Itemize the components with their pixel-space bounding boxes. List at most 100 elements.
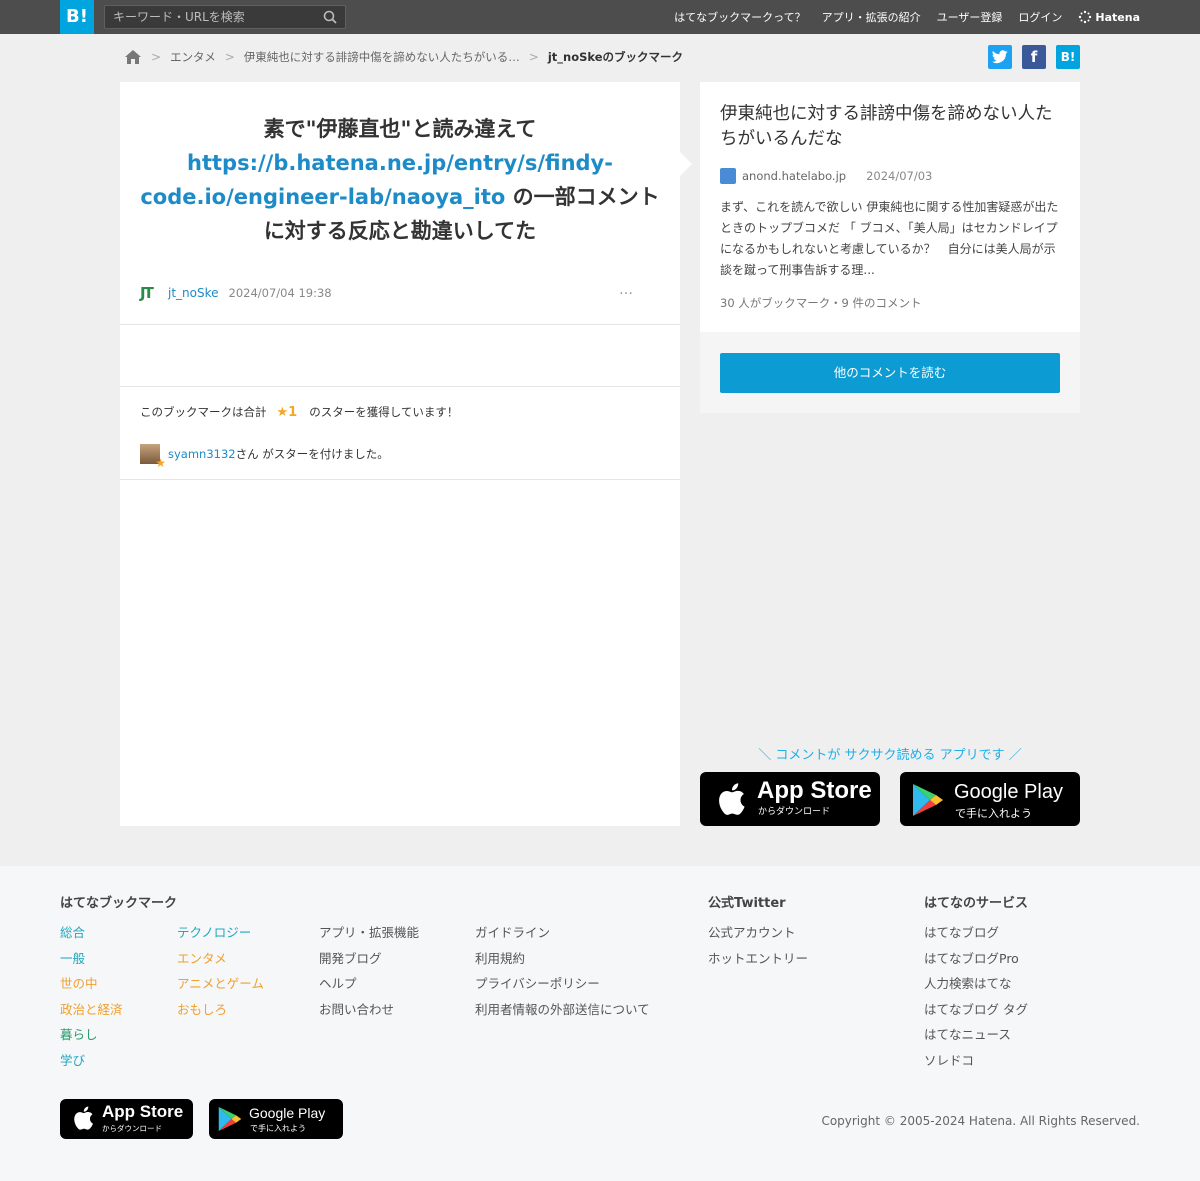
hatena-bookmark-logo[interactable]: B! [60, 0, 94, 34]
entry-card: 伊東純也に対する誹謗中傷を諦めない人たちがいるんだな anond.hatelab… [700, 82, 1080, 332]
star-giver-row: ★ syamn3132 さん がスターを付けました。 [140, 443, 389, 470]
search-input[interactable] [113, 9, 313, 25]
twitter-share-button[interactable] [988, 45, 1012, 69]
footer-link[interactable]: 人力検索はてな [924, 973, 1028, 999]
facebook-share-button[interactable]: f [1022, 45, 1046, 69]
footer-link[interactable]: はてなブログ [924, 922, 1028, 948]
star-summary-suffix: のスターを獲得しています！ [309, 405, 459, 419]
footer-link[interactable]: 学び [60, 1050, 123, 1076]
search-icon[interactable] [323, 10, 337, 24]
footer-link[interactable]: プライバシーポリシー [475, 973, 650, 999]
footer-link[interactable]: 一般 [60, 948, 123, 974]
home-icon[interactable] [124, 49, 142, 65]
user-avatar[interactable]: JT [140, 284, 160, 302]
footer-link[interactable]: アプリ・拡張機能 [319, 922, 419, 948]
star-icon: ★ [155, 456, 166, 470]
google-play-badge[interactable]: Google Play で手に入れよう [900, 772, 1080, 826]
breadcrumb-current: jt_noSkeのブックマーク [547, 50, 684, 64]
chevron-right-icon: > [151, 50, 162, 64]
copyright: Copyright © 2005-2024 Hatena. All Rights… [821, 1114, 1140, 1128]
more-menu-icon[interactable]: … [619, 282, 634, 298]
top-nav: はてなブックマークって？ アプリ・拡張の紹介 ユーザー登録 ログイン Haten… [658, 0, 1140, 34]
footer-link[interactable]: おもしろ [177, 999, 264, 1025]
star-summary: このブックマークは合計 ★1 のスターを獲得しています！ [140, 404, 458, 420]
comment-date[interactable]: 2024/07/04 19:38 [229, 286, 332, 300]
footer-link[interactable]: 利用規約 [475, 948, 650, 974]
star-giver-name[interactable]: syamn3132 [168, 447, 236, 461]
footer-link[interactable]: 政治と経済 [60, 999, 123, 1025]
google-play-sub: で手に入れよう [250, 1124, 306, 1133]
footer-link[interactable]: アニメとゲーム [177, 973, 264, 999]
google-play-sub: で手に入れよう [955, 807, 1032, 820]
google-play-icon [913, 784, 943, 816]
footer-link[interactable]: はてなブログ タグ [924, 999, 1028, 1025]
divider [120, 479, 680, 480]
footer-link[interactable]: ガイドライン [475, 922, 650, 948]
twitter-bird-icon [992, 50, 1008, 64]
user-name[interactable]: jt_noSke [168, 286, 219, 300]
footer-link[interactable]: 暮らし [60, 1024, 123, 1050]
footer-bookmark-heading: はてなブックマーク [60, 896, 178, 911]
footer-link[interactable]: はてなニュース [924, 1024, 1028, 1050]
footer-google-play-badge[interactable]: Google Play で手に入れよう [209, 1099, 343, 1139]
footer-app-store-badge[interactable]: App Store からダウンロード [60, 1099, 193, 1139]
read-other-comments-button[interactable]: 他のコメントを読む [720, 353, 1060, 393]
hatena-brand-text: Hatena [1095, 10, 1140, 24]
site-favicon-icon [720, 168, 736, 184]
speech-arrow [680, 152, 692, 176]
footer-categories-a: 総合 一般 世の中 政治と経済 暮らし 学び [60, 922, 123, 1075]
footer-twitter-links: 公式アカウント ホットエントリー [708, 922, 808, 973]
star-giver-suffix: さん がスターを付けました。 [235, 447, 389, 461]
google-play-label: Google Play [954, 781, 1063, 803]
divider [120, 324, 680, 325]
star-count: ★1 [276, 404, 298, 420]
breadcrumb-entry[interactable]: 伊東純也に対する誹謗中傷を諦めない人たちがいる… [244, 49, 520, 65]
divider [120, 386, 680, 387]
nav-apps[interactable]: アプリ・拡張の紹介 [822, 9, 921, 25]
app-store-sub: からダウンロード [758, 807, 831, 817]
footer-link[interactable]: ヘルプ [319, 973, 419, 999]
top-bar: B! はてなブックマークって？ アプリ・拡張の紹介 ユーザー登録 ログイン Ha… [0, 0, 1200, 34]
apple-icon [719, 783, 745, 815]
app-store-sub: からダウンロード [102, 1124, 162, 1133]
footer-link[interactable]: 世の中 [60, 973, 123, 999]
app-store-badge[interactable]: App Store からダウンロード [700, 772, 880, 826]
chevron-right-icon: > [528, 50, 539, 64]
footer-links-a: アプリ・拡張機能 開発ブログ ヘルプ お問い合わせ [319, 922, 419, 1024]
footer-link[interactable]: お問い合わせ [319, 999, 419, 1025]
nav-about[interactable]: はてなブックマークって？ [674, 9, 805, 25]
footer-link[interactable]: エンタメ [177, 948, 264, 974]
comment-text-before: 素で"伊藤直也"と読み違えて [263, 117, 537, 141]
footer-links-b: ガイドライン 利用規約 プライバシーポリシー 利用者情報の外部送信について [475, 922, 650, 1024]
breadcrumb-category[interactable]: エンタメ [170, 49, 216, 65]
footer-link[interactable]: 開発ブログ [319, 948, 419, 974]
star-summary-prefix: このブックマークは合計 [140, 405, 267, 419]
nav-signup[interactable]: ユーザー登録 [937, 9, 1003, 25]
footer: はてなブックマーク 総合 一般 世の中 政治と経済 暮らし 学び テクノロジー … [0, 866, 1200, 1181]
entry-site[interactable]: anond.hatelabo.jp [742, 169, 846, 183]
app-store-label: App Store [757, 777, 872, 804]
search-box [104, 5, 346, 29]
footer-link[interactable]: はてなブログPro [924, 948, 1028, 974]
footer-link[interactable]: ソレドコ [924, 1050, 1028, 1076]
google-play-icon [218, 1107, 242, 1131]
nav-login[interactable]: ログイン [1018, 9, 1062, 25]
hatena-share-button[interactable]: B! [1056, 45, 1080, 69]
footer-link[interactable]: 利用者情報の外部送信について [475, 999, 650, 1025]
footer-services-heading: はてなのサービス [924, 896, 1029, 911]
entry-meta: anond.hatelabo.jp 2024/07/03 [720, 167, 932, 185]
comment-text: 素で"伊藤直也"と読み違えて https://b.hatena.ne.jp/en… [140, 112, 660, 248]
apple-icon [74, 1106, 93, 1130]
footer-link[interactable]: テクノロジー [177, 922, 264, 948]
app-tagline: ＼ コメントが サクサク読める アプリです ／ [758, 748, 1022, 763]
entry-title[interactable]: 伊東純也に対する誹謗中傷を諦めない人たちがいるんだな [720, 102, 1065, 152]
hatena-dots-icon [1079, 10, 1092, 24]
star-giver-avatar[interactable]: ★ [140, 444, 166, 470]
footer-link[interactable]: 総合 [60, 922, 123, 948]
entry-summary: まず、これを読んで欲しい 伊東純也に関する性加害疑惑が出たときのトップブコメだ … [720, 200, 1059, 277]
footer-link[interactable]: ホットエントリー [708, 948, 808, 974]
hatena-brand-link[interactable]: Hatena [1078, 10, 1140, 24]
footer-twitter-heading: 公式Twitter [708, 896, 786, 911]
footer-link[interactable]: 公式アカウント [708, 922, 808, 948]
entry-bookmark-count[interactable]: 30 人がブックマーク・9 件のコメント [720, 295, 922, 311]
